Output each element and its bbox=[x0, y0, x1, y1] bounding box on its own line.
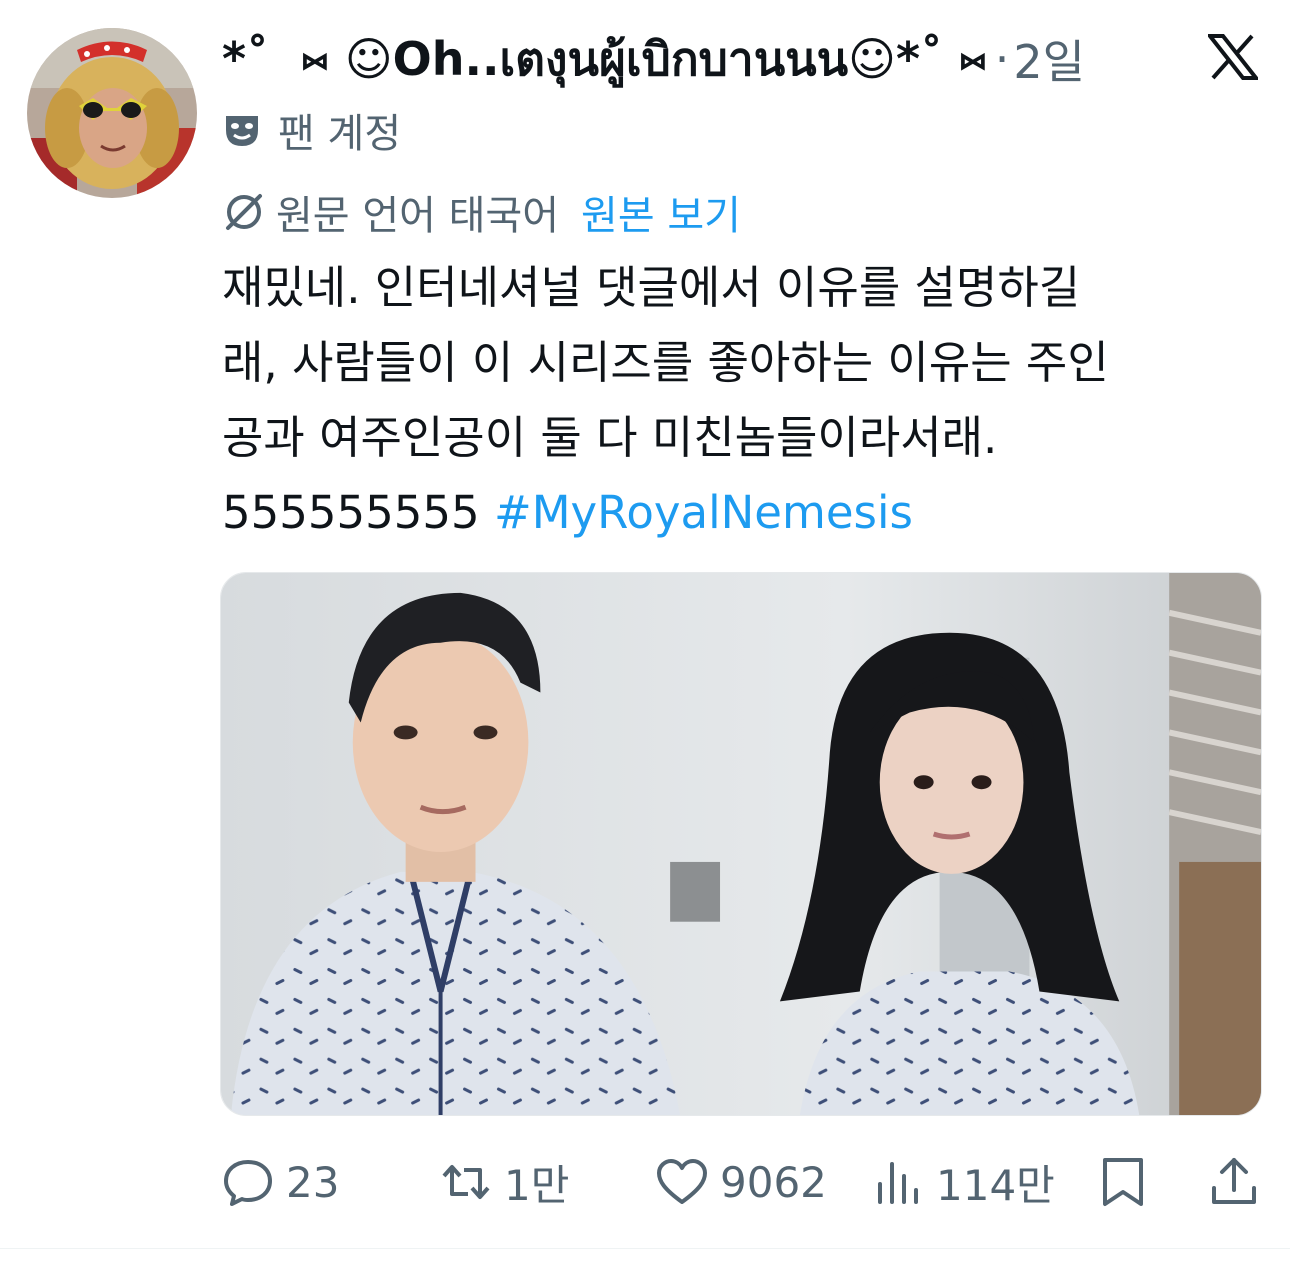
laugh-text: 555555555 bbox=[222, 486, 494, 539]
translate-icon bbox=[226, 194, 262, 230]
dot-separator: · bbox=[994, 32, 1010, 86]
fan-account-label: 팬 계정 bbox=[278, 111, 402, 157]
avatar[interactable] bbox=[27, 28, 197, 198]
show-original-link[interactable]: 원본 보기 bbox=[581, 183, 741, 241]
repost-button[interactable]: 1만 bbox=[438, 1142, 569, 1222]
heart-icon bbox=[657, 1159, 707, 1204]
bookmark-button[interactable] bbox=[1095, 1142, 1151, 1222]
share-icon bbox=[1212, 1158, 1256, 1204]
like-count: 9062 bbox=[720, 1157, 827, 1207]
translation-row: 원문 언어 태국어 원본 보기 bbox=[222, 184, 741, 240]
views-count: 114만 bbox=[936, 1160, 1055, 1210]
translation-source-label: 원문 언어 태국어 bbox=[276, 193, 560, 239]
views-button[interactable]: 114만 bbox=[870, 1142, 1055, 1222]
reply-icon bbox=[224, 1160, 272, 1206]
tweet-text: 재밌네. 인터네셔널 댓글에서 이유를 설명하길 래, 사람들이 이 시리즈를 … bbox=[222, 250, 1262, 550]
hashtag-link[interactable]: #MyRoyalNemesis bbox=[494, 486, 913, 539]
repost-count: 1만 bbox=[504, 1160, 570, 1210]
drama-still-image bbox=[221, 573, 1261, 1115]
avatar-image bbox=[27, 28, 197, 198]
like-button[interactable]: 9062 bbox=[654, 1142, 827, 1222]
x-logo-icon[interactable] bbox=[1208, 34, 1258, 80]
theater-mask-icon bbox=[226, 116, 258, 146]
bookmark-icon bbox=[1103, 1158, 1143, 1206]
tweet-actions-bar: 23 1만 9062 114만 bbox=[220, 1142, 1262, 1222]
share-button[interactable] bbox=[1206, 1142, 1262, 1222]
tweet-text-line: 재밌네. 인터네셔널 댓글에서 이유를 설명하길 bbox=[222, 261, 1081, 314]
tweet-text-line: 555555555 #MyRoyalNemesis bbox=[222, 475, 1262, 550]
reply-count: 23 bbox=[286, 1157, 340, 1207]
timestamp[interactable]: 2일 bbox=[1013, 26, 1085, 92]
display-name[interactable]: *˚ ͏ ⑅ ☺Oh..เตงุนผู้เบิกบานนน☺*˚ ⑅ bbox=[222, 23, 987, 96]
reply-button[interactable]: 23 bbox=[220, 1142, 339, 1222]
tweet-header: *˚ ͏ ⑅ ☺Oh..เตงุนผู้เบิกบานนน☺*˚ ⑅ · 2일 bbox=[222, 24, 1085, 94]
fan-account-badge: 팬 계정 bbox=[222, 102, 401, 158]
divider bbox=[0, 1248, 1290, 1249]
repost-icon bbox=[442, 1165, 490, 1199]
tweet-text-line: 래, 사람들이 이 시리즈를 좋아하는 이유는 주인 bbox=[222, 336, 1109, 389]
tweet-text-line: 공과 여주인공이 둘 다 미친놈들이라서래. bbox=[222, 411, 998, 464]
tweet-media-image[interactable] bbox=[220, 572, 1262, 1116]
views-chart-icon bbox=[878, 1162, 918, 1204]
